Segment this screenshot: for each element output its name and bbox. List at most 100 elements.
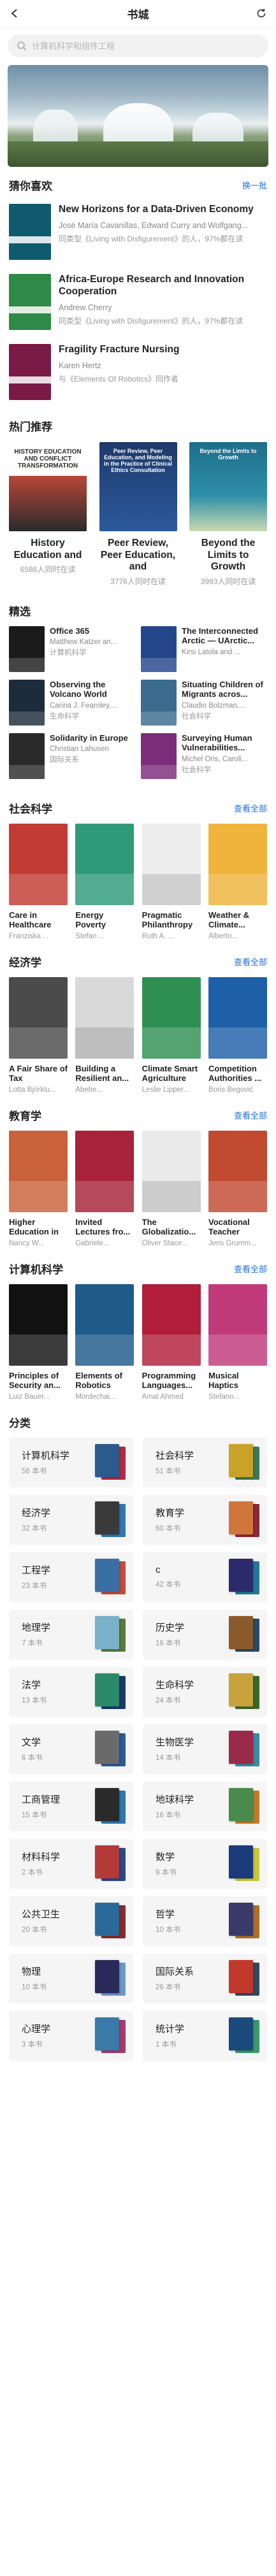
shelf-book-card[interactable]: Energy Poverty Stefan ... <box>75 823 134 940</box>
book-title[interactable]: Higher Education in ... <box>9 1217 68 1238</box>
book-title[interactable]: Solidarity in Europe <box>50 733 135 743</box>
book-title[interactable]: Vocational Teacher Education... <box>208 1217 267 1238</box>
shelf-book-card[interactable]: Programming Languages... Amal Ahmed <box>142 1284 201 1401</box>
category-card[interactable]: 法学 13 本书 <box>9 1666 133 1717</box>
book-title[interactable]: Peer Review, Peer Education, and <box>99 538 177 573</box>
book-cover[interactable] <box>75 823 134 905</box>
shelf-book-card[interactable]: Pragmatic Philanthropy Ruth A. ... <box>142 823 201 940</box>
picks-book-item[interactable]: Solidarity in Europe Christian Lahusen 国际关… <box>9 733 135 779</box>
book-cover[interactable]: HISTORY EDUCATION AND CONFLICT TRANSFORM… <box>9 442 87 531</box>
picks-book-item[interactable]: Office 365 Matthew Katzer an... 计算机科学 <box>9 626 135 672</box>
search-input[interactable] <box>32 41 259 51</box>
shelf-book-card[interactable]: Competition Authorities ... Boris Begović <box>208 977 267 1094</box>
category-card[interactable]: 材料科学 2 本书 <box>9 1838 133 1889</box>
category-card[interactable]: 地理学 7 本书 <box>9 1609 133 1659</box>
book-cover[interactable] <box>142 1130 201 1212</box>
picks-book-item[interactable]: The Interconnected Arctic — UArctic... Ki… <box>141 626 267 672</box>
shelf-book-card[interactable]: A Fair Share of Tax Lotta Björklu... <box>9 977 68 1094</box>
back-arrow-icon[interactable] <box>9 8 20 19</box>
category-card[interactable]: 物理 10 本书 <box>9 1953 133 2003</box>
hot-book-card[interactable]: Beyond the Limits to Growth Beyond the Li… <box>189 442 267 587</box>
book-title[interactable]: Weather & Climate... <box>208 910 267 931</box>
book-cover[interactable] <box>208 977 267 1059</box>
shelf-book-card[interactable]: Musical Haptics Stefano... <box>208 1284 267 1401</box>
category-card[interactable]: 工程学 23 本书 <box>9 1552 133 1602</box>
book-title[interactable]: Situating Children of Migrants acros... <box>182 680 267 699</box>
book-title[interactable]: Musical Haptics <box>208 1371 267 1391</box>
category-card[interactable]: 社会科学 51 本书 <box>143 1437 267 1487</box>
book-title[interactable]: History Education and <box>9 538 87 561</box>
book-cover[interactable] <box>141 626 177 672</box>
book-cover[interactable] <box>9 344 51 400</box>
book-cover[interactable] <box>142 823 201 905</box>
search-bar[interactable] <box>8 34 268 57</box>
shelf-book-card[interactable]: Invited Lectures fro... Gabriele... <box>75 1130 134 1247</box>
book-cover[interactable] <box>9 1284 68 1366</box>
picks-book-item[interactable]: Situating Children of Migrants acros... C… <box>141 679 267 726</box>
category-card[interactable]: 心理学 3 本书 <box>9 2010 133 2061</box>
book-title[interactable]: Competition Authorities ... <box>208 1064 267 1084</box>
book-title[interactable]: Fragility Fracture Nursing <box>59 344 267 356</box>
book-title[interactable]: Building a Resilient an... <box>75 1064 134 1084</box>
shelf-book-card[interactable]: The Globalizatio... Oliver Stace... <box>142 1130 201 1247</box>
category-card[interactable]: 数学 9 本书 <box>143 1838 267 1889</box>
view-all-link[interactable]: 查看全部 <box>234 1263 267 1275</box>
category-card[interactable]: 文学 6 本书 <box>9 1724 133 1774</box>
book-cover[interactable] <box>75 977 134 1059</box>
book-cover[interactable]: Beyond the Limits to Growth <box>189 442 267 531</box>
view-all-link[interactable]: 查看全部 <box>234 1109 267 1121</box>
shelf-book-card[interactable]: Weather & Climate... Alberto... <box>208 823 267 940</box>
shelf-book-card[interactable]: Care in Healthcare Franziska ... <box>9 823 68 940</box>
book-title[interactable]: Programming Languages... <box>142 1371 201 1391</box>
shelf-book-card[interactable]: Climate Smart Agriculture Leslie Lipper..… <box>142 977 201 1094</box>
refresh-batch-link[interactable]: 换一批 <box>242 179 267 191</box>
shelf-book-card[interactable]: Elements of Robotics Mordechai... <box>75 1284 134 1401</box>
category-card[interactable]: 公共卫生 20 本书 <box>9 1896 133 1946</box>
book-title[interactable]: Principles of Security an... <box>9 1371 68 1391</box>
shelf-book-card[interactable]: Higher Education in ...Nancy W... <box>9 1130 68 1247</box>
category-card[interactable]: 教育学 60 本书 <box>143 1494 267 1545</box>
shelf-book-card[interactable]: Principles of Security an... Luiz Bauer..… <box>9 1284 68 1401</box>
book-cover[interactable] <box>142 977 201 1059</box>
hot-book-card[interactable]: Peer Review, Peer Education, and Modelin… <box>99 442 177 587</box>
hot-book-card[interactable]: HISTORY EDUCATION AND CONFLICT TRANSFORM… <box>9 442 87 587</box>
promo-banner[interactable] <box>8 65 268 167</box>
shelf-book-card[interactable]: Building a Resilient an... Abebe... <box>75 977 134 1094</box>
book-title[interactable]: Observing the Volcano World <box>50 680 135 699</box>
book-cover[interactable] <box>9 626 45 672</box>
category-card[interactable]: 地球科学 16 本书 <box>143 1781 267 1831</box>
view-all-link[interactable]: 查看全部 <box>234 955 267 968</box>
category-card[interactable]: 工商管理 15 本书 <box>9 1781 133 1831</box>
book-cover[interactable]: Peer Review, Peer Education, and Modelin… <box>99 442 177 531</box>
book-list-item[interactable]: Fragility Fracture Nursing Karen Hertz 与《E… <box>0 338 276 408</box>
book-cover[interactable] <box>141 679 177 726</box>
picks-book-item[interactable]: Observing the Volcano World Carina J. Fea… <box>9 679 135 726</box>
category-card[interactable]: 经济学 32 本书 <box>9 1494 133 1545</box>
book-title[interactable]: Care in Healthcare <box>9 910 68 931</box>
book-title[interactable]: New Horizons for a Data-Driven Economy <box>59 204 267 216</box>
book-title[interactable]: Surveying Human Vulnerabilities... <box>182 733 267 753</box>
book-title[interactable]: Office 365 <box>50 626 135 636</box>
refresh-icon[interactable] <box>256 8 267 19</box>
book-cover[interactable] <box>75 1284 134 1366</box>
book-cover[interactable] <box>9 823 68 905</box>
book-cover[interactable] <box>9 1130 68 1212</box>
category-card[interactable]: 生物医学 14 本书 <box>143 1724 267 1774</box>
book-title[interactable]: Elements of Robotics <box>75 1371 134 1391</box>
category-card[interactable]: 统计学 1 本书 <box>143 2010 267 2061</box>
book-cover[interactable] <box>75 1130 134 1212</box>
category-card[interactable]: 国际关系 26 本书 <box>143 1953 267 2003</box>
shelf-book-card[interactable]: Vocational Teacher Education...Jens Grum… <box>208 1130 267 1247</box>
picks-book-item[interactable]: Surveying Human Vulnerabilities... Michel… <box>141 733 267 779</box>
book-title[interactable]: Invited Lectures fro... <box>75 1217 134 1238</box>
category-card[interactable]: 计算机科学 56 本书 <box>9 1437 133 1487</box>
book-cover[interactable] <box>141 733 177 779</box>
category-card[interactable]: 哲学 10 本书 <box>143 1896 267 1946</box>
book-cover[interactable] <box>9 204 51 260</box>
book-title[interactable]: Africa-Europe Research and Innovation Co… <box>59 274 267 298</box>
category-card[interactable]: 历史学 16 本书 <box>143 1609 267 1659</box>
book-cover[interactable] <box>9 733 45 779</box>
book-cover[interactable] <box>208 1284 267 1366</box>
view-all-link[interactable]: 查看全部 <box>234 802 267 814</box>
book-cover[interactable] <box>208 1130 267 1212</box>
